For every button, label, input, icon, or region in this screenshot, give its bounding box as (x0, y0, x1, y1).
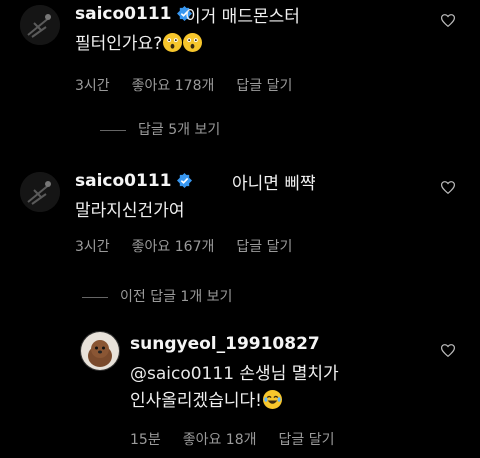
profile-photo (20, 172, 60, 212)
reply-meta: 15분 좋아요 18개 답글 달기 (130, 429, 356, 449)
view-replies-button[interactable]: 답글 5개 보기 (100, 119, 220, 139)
like-button[interactable] (440, 342, 456, 361)
likes-count[interactable]: 좋아요 167개 (132, 239, 215, 255)
timestamp: 3시간 (75, 239, 110, 255)
comment-meta: 3시간 좋아요 178개 답글 달기 (75, 75, 314, 95)
likes-count[interactable]: 좋아요 178개 (132, 78, 215, 94)
reply-button[interactable]: 답글 달기 (279, 432, 335, 448)
username[interactable]: saico0111 (75, 171, 172, 191)
comment-text-line2: 필터인가요? (75, 34, 163, 54)
comment-text-line1: 아니면 삐쨕 (232, 174, 316, 194)
comment-text-line2: 말라지신건가여 (75, 201, 185, 221)
divider-line (82, 296, 108, 298)
like-button[interactable] (440, 179, 456, 198)
likes-count[interactable]: 좋아요 18개 (183, 432, 257, 448)
astonished-face-emoji (163, 33, 183, 52)
reply-text-line1: 손생님 멸치가 (234, 364, 339, 384)
avatar[interactable] (20, 172, 60, 212)
view-previous-replies-button[interactable]: 이전 답글 1개 보기 (82, 286, 232, 306)
timestamp: 3시간 (75, 78, 110, 94)
comment-text-line1: 이거 매드몬스터 (185, 7, 300, 27)
like-button[interactable] (440, 12, 456, 31)
verified-badge-icon (176, 173, 192, 188)
heart-icon (440, 181, 456, 195)
profile-photo (20, 5, 60, 45)
view-replies-label: 이전 답글 1개 보기 (120, 289, 233, 305)
avatar[interactable] (20, 5, 60, 45)
timestamp: 15분 (130, 432, 161, 448)
reply-button[interactable]: 답글 달기 (236, 78, 292, 94)
comment-meta: 3시간 좋아요 167개 답글 달기 (75, 236, 314, 256)
reply-text-line2: 인사올리겠습니다! (130, 391, 262, 411)
tears-of-joy-emoji (262, 390, 282, 409)
reply-button[interactable]: 답글 달기 (236, 239, 292, 255)
view-replies-label: 답글 5개 보기 (138, 122, 221, 138)
mention-link[interactable]: @saico0111 (130, 364, 234, 384)
username[interactable]: sungyeol_19910827 (130, 334, 320, 354)
astonished-face-emoji (183, 33, 203, 52)
profile-photo (81, 332, 119, 370)
avatar[interactable] (80, 331, 120, 371)
divider-line (100, 129, 126, 131)
username[interactable]: saico0111 (75, 4, 172, 24)
heart-icon (440, 344, 456, 358)
heart-icon (440, 14, 456, 28)
